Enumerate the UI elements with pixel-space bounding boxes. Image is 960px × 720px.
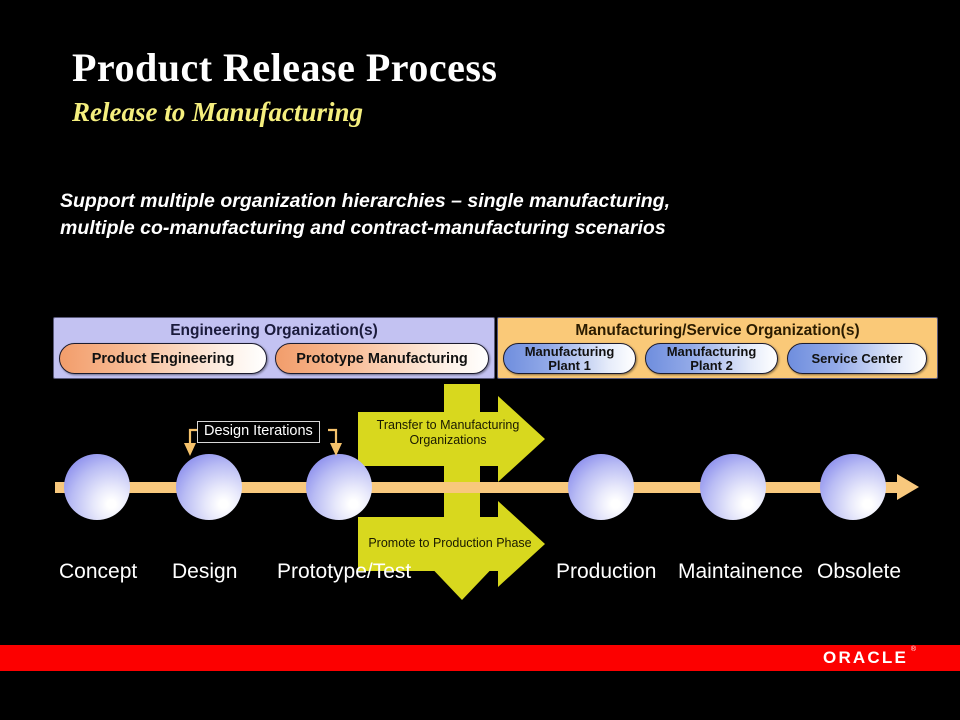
design-iterations-callout: Design Iterations [197,421,320,443]
phase-label-prototype-test: Prototype/Test [277,560,412,583]
oracle-footer-band [0,645,960,671]
design-iterations-connectors [184,428,342,456]
registered-trademark-mark: ® [910,646,916,653]
phase-label-obsolete: Obsolete [817,560,902,583]
phase-label-design: Design [172,560,238,583]
phase-label-production: Production [556,560,657,583]
phase-label-concept: Concept [59,560,138,583]
slide-canvas: Product Release Process Release to Manuf… [0,0,960,720]
oracle-logo: ORACLE [823,648,908,667]
phase-label-maintainence: Maintainence [678,560,803,583]
